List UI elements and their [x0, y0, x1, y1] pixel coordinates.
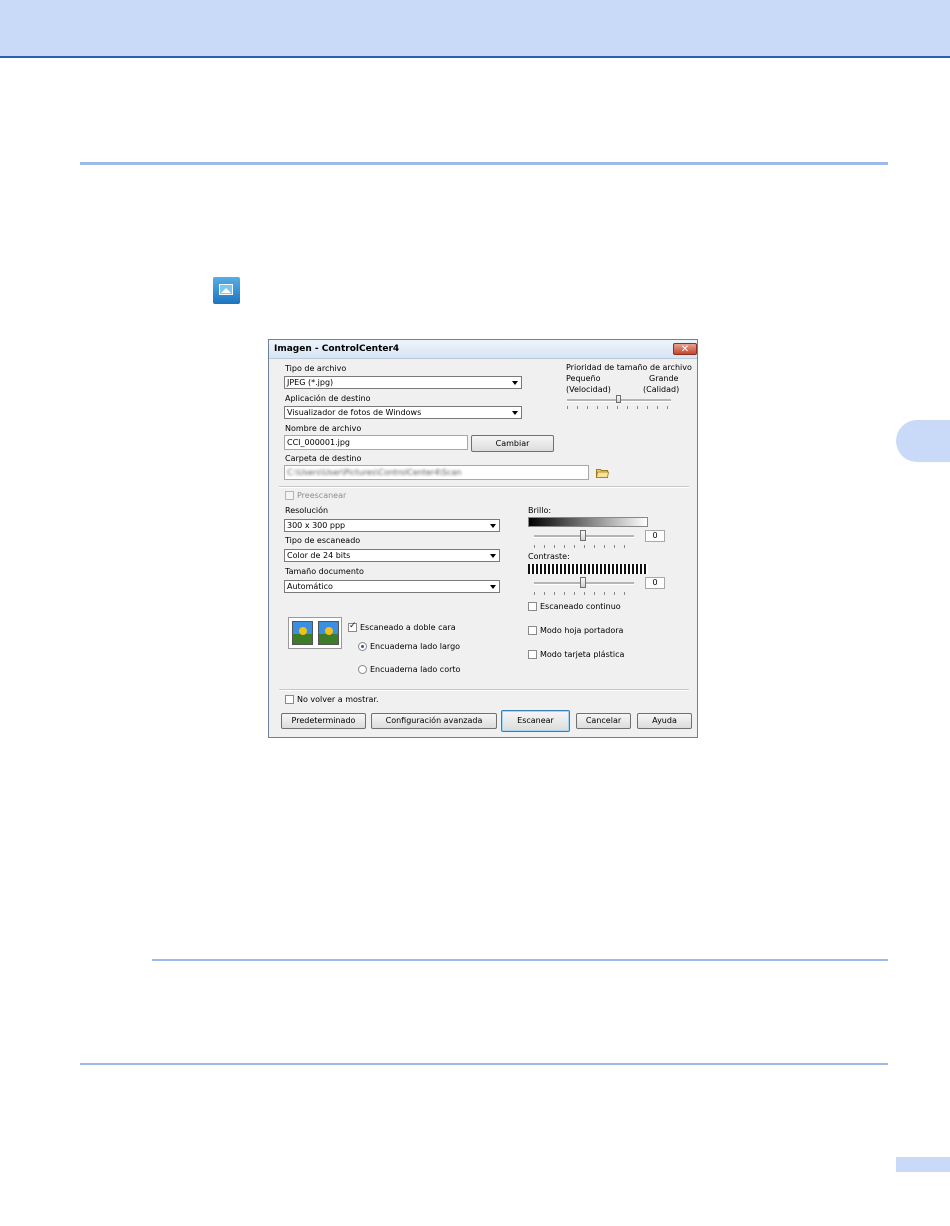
file-type-select[interactable]: JPEG (*.jpg)	[284, 376, 522, 389]
section-divider-bottom	[80, 1063, 888, 1065]
dest-folder-value: C:\Users\User\Pictures\ControlCenter4\Sc…	[287, 468, 462, 477]
dest-folder-label: Carpeta de destino	[285, 454, 362, 463]
size-priority-slider[interactable]	[616, 395, 621, 403]
brightness-gradient	[528, 517, 648, 527]
resolution-select[interactable]: 300 x 300 ppp	[284, 519, 500, 532]
photo-icon	[318, 621, 339, 645]
separator-upper	[279, 486, 689, 488]
size-large-label: Grande	[649, 374, 679, 383]
bind-long-edge-label: Encuaderna lado largo	[370, 642, 461, 651]
file-name-value: CCI_000001.jpg	[287, 438, 350, 447]
file-type-label: Tipo de archivo	[285, 364, 347, 373]
doc-size-value: Automático	[287, 582, 333, 591]
size-priority-ticks	[567, 406, 671, 409]
carrier-mode-label: Modo hoja portadora	[540, 626, 624, 635]
bind-short-edge-radio[interactable]	[358, 665, 367, 674]
scan-type-label: Tipo de escaneado	[285, 536, 361, 545]
destination-app-label: Aplicación de destino	[285, 394, 371, 403]
contrast-value-field[interactable]: 0	[645, 577, 665, 589]
dest-folder-field[interactable]: C:\Users\User\Pictures\ControlCenter4\Sc…	[284, 465, 589, 480]
page-header-band	[0, 0, 950, 58]
dont-show-again-label: No volver a mostrar.	[297, 695, 379, 704]
folder-icon[interactable]	[596, 468, 609, 478]
close-button[interactable]: ✕	[673, 343, 697, 355]
destination-app-select[interactable]: Visualizador de fotos de Windows	[284, 406, 522, 419]
resolution-label: Resolución	[285, 506, 329, 515]
advanced-settings-button[interactable]: Configuración avanzada	[371, 713, 497, 729]
continuous-scan-checkbox[interactable]	[528, 602, 537, 611]
chevron-down-icon	[490, 585, 496, 589]
duplex-label: Escaneado a doble cara	[360, 623, 456, 632]
chevron-down-icon	[490, 554, 496, 558]
dialog-titlebar: Imagen - ControlCenter4 ✕	[269, 340, 697, 359]
cancel-button[interactable]: Cancelar	[576, 713, 631, 729]
brightness-value-field[interactable]: 0	[645, 530, 665, 542]
scan-type-value: Color de 24 bits	[287, 551, 351, 560]
size-priority-label: Prioridad de tamaño de archivo	[566, 363, 692, 372]
file-name-label: Nombre de archivo	[285, 424, 362, 433]
close-icon: ✕	[680, 344, 690, 355]
doc-size-select[interactable]: Automático	[284, 580, 500, 593]
brightness-label: Brillo:	[528, 506, 552, 515]
change-file-name-button[interactable]: Cambiar	[471, 435, 554, 452]
resolution-value: 300 x 300 ppp	[287, 521, 346, 530]
page-number-tab	[896, 1157, 950, 1172]
contrast-pattern	[528, 564, 648, 574]
brightness-ticks	[534, 545, 634, 548]
size-quality-label: (Calidad)	[643, 385, 680, 394]
chevron-down-icon	[512, 411, 518, 415]
plastic-card-mode-label: Modo tarjeta plástica	[540, 650, 625, 659]
destination-app-value: Visualizador de fotos de Windows	[287, 408, 422, 417]
prescan-checkbox[interactable]	[285, 491, 294, 500]
brightness-slider[interactable]	[580, 530, 586, 541]
size-speed-label: (Velocidad)	[566, 385, 611, 394]
doc-size-label: Tamaño documento	[285, 567, 364, 576]
chevron-down-icon	[512, 381, 518, 385]
continuous-scan-label: Escaneado continuo	[540, 602, 621, 611]
bind-long-edge-radio[interactable]	[358, 642, 367, 651]
prescan-label: Preescanear	[297, 491, 347, 500]
scan-type-select[interactable]: Color de 24 bits	[284, 549, 500, 562]
scan-settings-dialog: Imagen - ControlCenter4 ✕ Tipo de archiv…	[268, 339, 698, 738]
contrast-slider[interactable]	[580, 577, 586, 588]
help-button[interactable]: Ayuda	[637, 713, 692, 729]
chapter-tab-marker	[896, 420, 950, 462]
default-settings-button[interactable]: Predeterminado	[281, 713, 366, 729]
duplex-checkbox[interactable]	[348, 621, 357, 632]
carrier-mode-checkbox[interactable]	[528, 626, 537, 635]
bind-short-edge-label: Encuaderna lado corto	[370, 665, 461, 674]
dialog-title: Imagen - ControlCenter4	[274, 344, 400, 354]
separator-lower	[279, 689, 689, 691]
note-divider-top	[152, 959, 888, 961]
contrast-label: Contraste:	[528, 552, 570, 561]
file-name-field[interactable]: CCI_000001.jpg	[284, 435, 468, 450]
scan-button[interactable]: Escanear	[501, 710, 570, 732]
contrast-ticks	[534, 592, 634, 595]
section-divider-top	[80, 162, 888, 165]
photo-icon	[292, 621, 313, 645]
plastic-card-mode-checkbox[interactable]	[528, 650, 537, 659]
image-icon	[213, 277, 240, 304]
duplex-illustration	[288, 617, 342, 649]
chevron-down-icon	[490, 524, 496, 528]
dont-show-again-checkbox[interactable]	[285, 695, 294, 704]
size-small-label: Pequeño	[566, 374, 601, 383]
file-type-value: JPEG (*.jpg)	[287, 378, 334, 387]
